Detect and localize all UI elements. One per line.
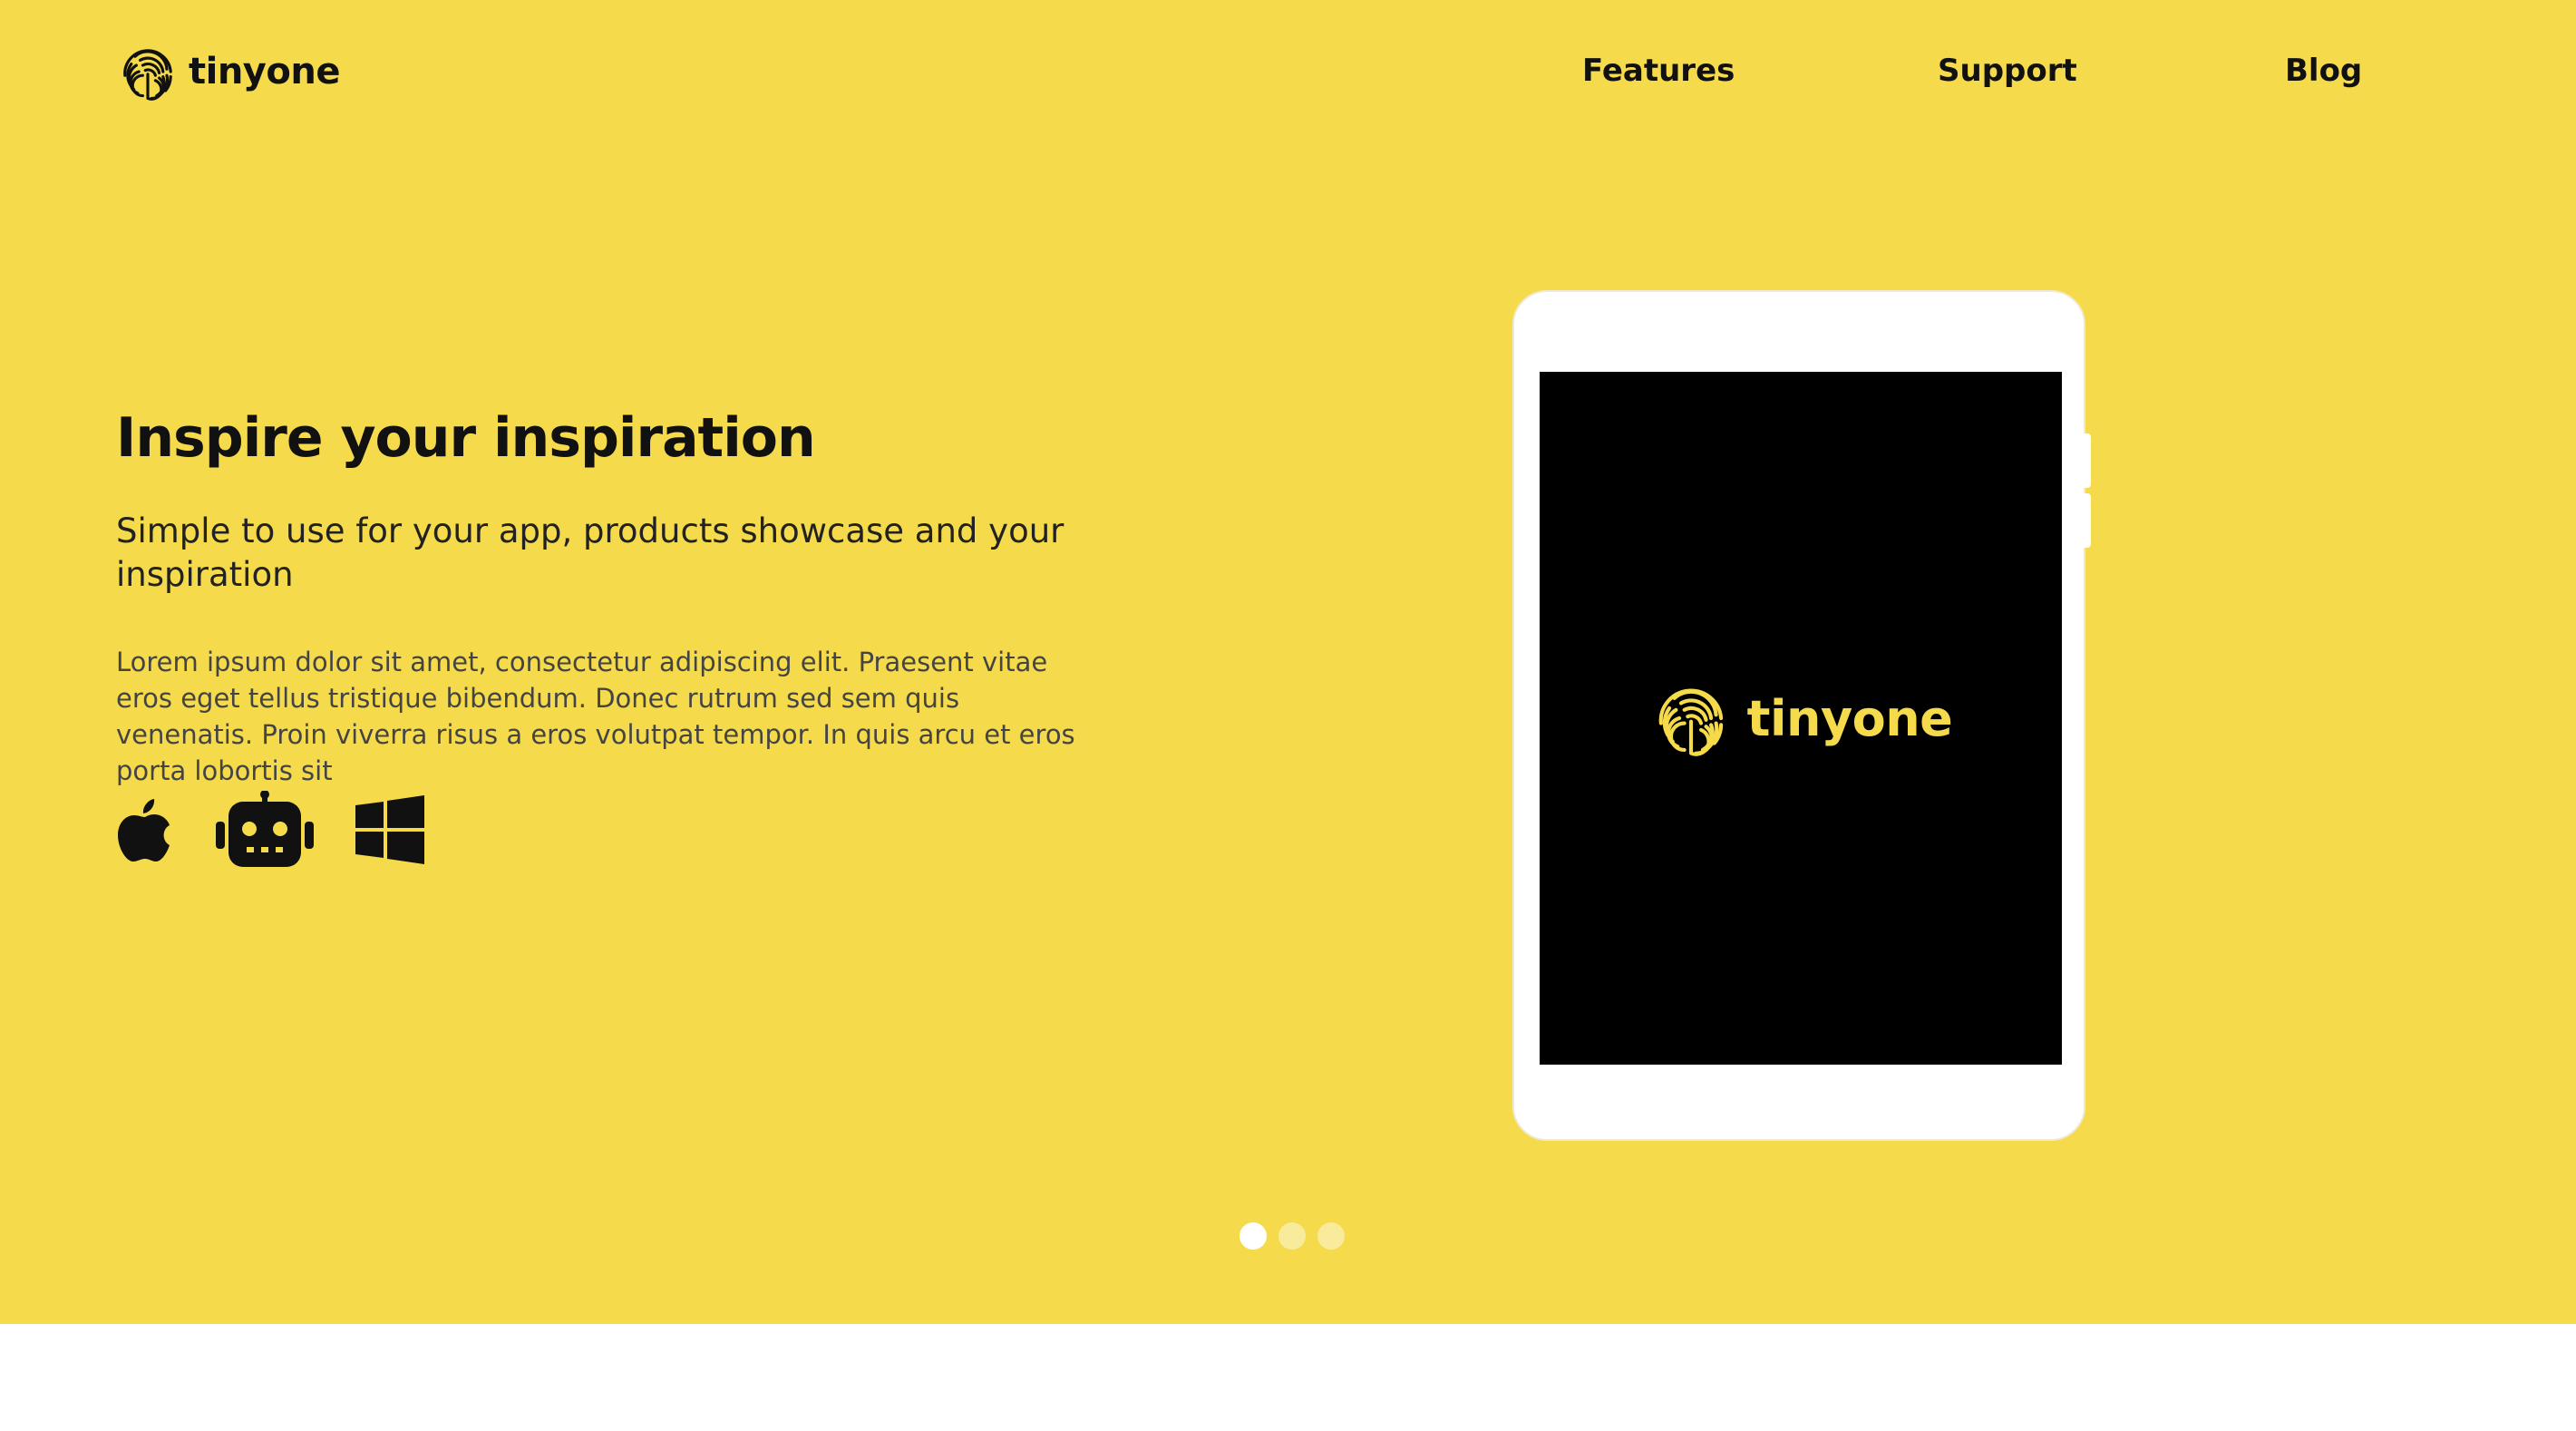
tablet-screen: tinyone bbox=[1540, 372, 2062, 1065]
brand-name: tinyone bbox=[189, 51, 340, 92]
platform-icons bbox=[116, 790, 424, 872]
hero-body-text: Lorem ipsum dolor sit amet, consectetur … bbox=[116, 647, 1075, 786]
screen-brand-name: tinyone bbox=[1746, 689, 1953, 747]
tablet-side-button bbox=[2084, 493, 2091, 548]
nav-blog[interactable]: Blog bbox=[2285, 53, 2362, 89]
hero-title: Inspire your inspiration bbox=[116, 406, 816, 470]
carousel-dots bbox=[1239, 1222, 1345, 1250]
carousel-dot[interactable] bbox=[1278, 1222, 1306, 1250]
tablet-mockup: tinyone bbox=[1512, 290, 2091, 1141]
nav-support[interactable]: Support bbox=[1938, 53, 2077, 89]
carousel-dot[interactable] bbox=[1239, 1222, 1267, 1250]
screen-brand-logo: tinyone bbox=[1649, 677, 1953, 760]
brand-logo[interactable]: tinyone bbox=[116, 40, 340, 103]
windows-icon[interactable] bbox=[355, 795, 424, 868]
fingerprint-icon bbox=[123, 49, 172, 101]
hero-subtitle: Simple to use for your app, products sho… bbox=[116, 511, 1064, 594]
apple-icon[interactable] bbox=[116, 795, 174, 868]
hero-section: tinyone Features Support Blog Inspire yo… bbox=[0, 0, 2576, 1324]
fingerprint-icon bbox=[1658, 688, 1723, 756]
carousel-dot[interactable] bbox=[1317, 1222, 1345, 1250]
tablet-side-button bbox=[2084, 433, 2091, 488]
android-robot-icon[interactable] bbox=[216, 790, 314, 872]
nav-features[interactable]: Features bbox=[1582, 53, 1735, 89]
